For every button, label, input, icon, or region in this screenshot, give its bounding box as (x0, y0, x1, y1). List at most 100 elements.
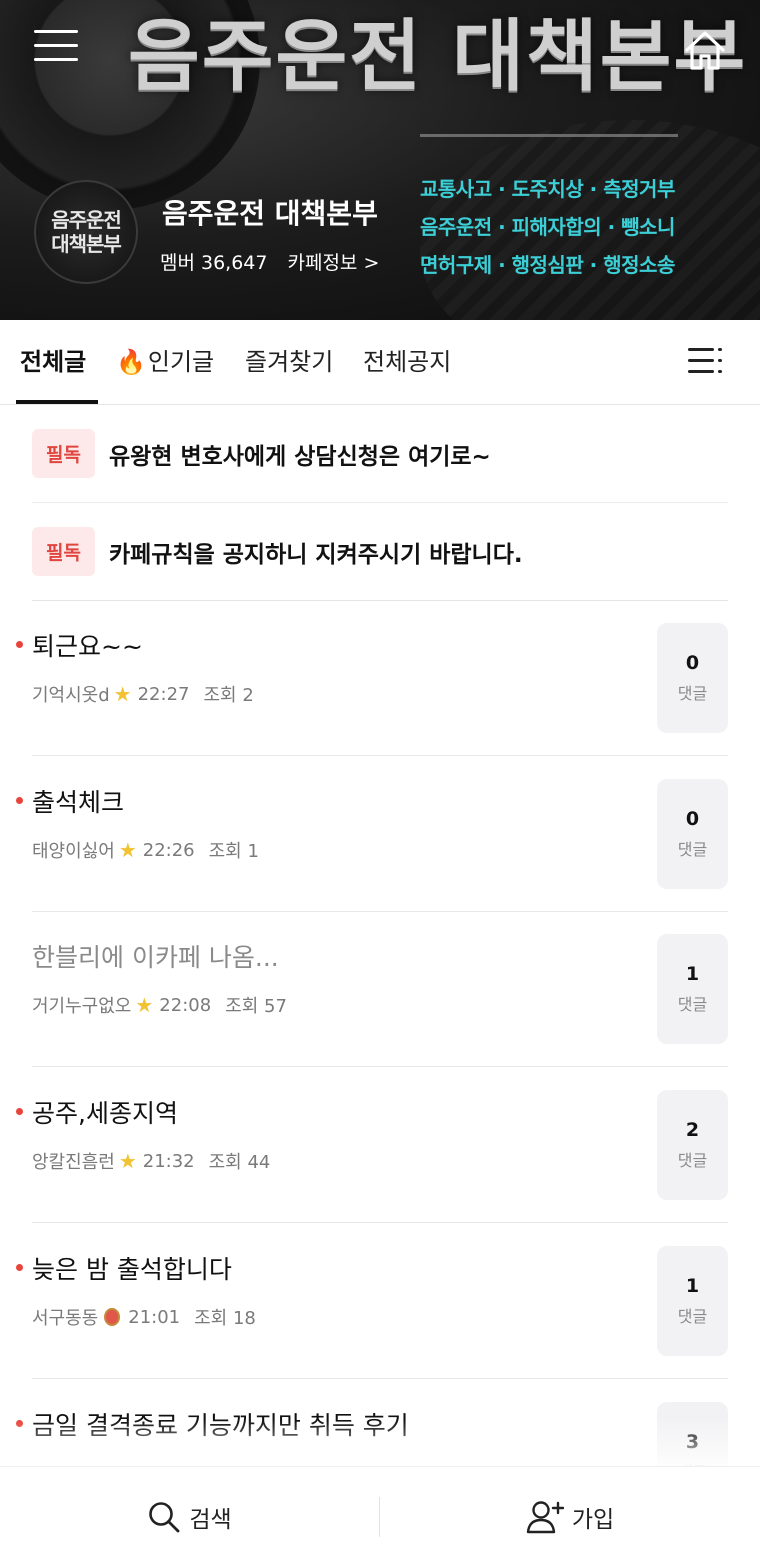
post-author: 앙칼진흠런 (32, 1152, 115, 1173)
active-tab-indicator (16, 400, 98, 404)
cafe-meta: 멤버 36,647 카페정보 > (160, 248, 379, 275)
comment-label: 댓글 (677, 995, 708, 1014)
must-read-badge: 필독 (32, 429, 95, 478)
bottom-bar: 검색 가입 (0, 1466, 760, 1565)
star-level-icon: ★ (118, 838, 137, 862)
unread-dot (16, 1108, 23, 1115)
row-divider (32, 1378, 728, 1379)
search-button[interactable]: 검색 (0, 1467, 379, 1565)
cafe-name: 음주운전 대책본부 (162, 197, 378, 230)
hamburger-icon-bar (34, 30, 78, 33)
post-item[interactable]: 늦은 밤 출석합니다 서구동동 21:01 조회 18 1 댓글 (0, 1224, 760, 1379)
member-count: 멤버 36,647 (160, 252, 268, 274)
search-icon (149, 1501, 180, 1532)
comment-count-button[interactable]: 1 댓글 (657, 934, 728, 1044)
post-meta: 서구동동 21:01 조회 18 (32, 1304, 256, 1330)
banner-tag-line: 면허구제 · 행정심판 · 행정소송 (420, 253, 675, 277)
notice-item[interactable]: 필독 유왕현 변호사에게 상담신청은 여기로~ (32, 405, 728, 503)
star-level-icon: ★ (118, 1149, 137, 1173)
comment-label: 댓글 (677, 1307, 708, 1326)
medal-level-icon (104, 1308, 121, 1326)
post-views: 조회 44 (208, 1152, 271, 1173)
post-time: 22:26 (142, 839, 195, 861)
post-meta: 기억시옷d ★ 22:27 조회 2 (32, 681, 254, 707)
comment-count-button[interactable]: 1 댓글 (657, 1246, 728, 1356)
unread-dot (16, 797, 23, 804)
tab-popular[interactable]: 🔥인기글 (116, 342, 214, 377)
post-item[interactable]: 출석체크 태양이싫어 ★ 22:26 조회 1 0 댓글 (0, 757, 760, 912)
post-views: 조회 18 (194, 1308, 256, 1329)
list-menu-icon-dot (718, 359, 722, 362)
tab-all-posts[interactable]: 전체글 (20, 342, 86, 377)
banner-tag-line: 교통사고 · 도주치상 · 측정거부 (420, 177, 675, 201)
list-menu-icon-dot (718, 370, 722, 373)
row-divider (32, 1222, 728, 1223)
logo-text-line1: 음주운전 (51, 208, 122, 232)
notice-title: 카페규칙을 공지하니 지켜주시기 바랍니다. (108, 541, 523, 568)
home-icon (685, 31, 725, 70)
notice-item[interactable]: 필독 카페규칙을 공지하니 지켜주시기 바랍니다. (32, 503, 728, 601)
tab-all-notices[interactable]: 전체공지 (363, 342, 451, 377)
must-read-badge: 필독 (32, 527, 95, 576)
post-author: 거기누구없오 (32, 996, 132, 1017)
tab-popular-label: 인기글 (147, 348, 215, 376)
banner-divider (420, 134, 678, 137)
post-title: 공주,세종지역 (32, 1099, 178, 1128)
comment-count: 2 (685, 1119, 700, 1141)
post-item[interactable]: 한블리에 이카페 나옴... 거기누구없오 ★ 22:08 조회 57 1 댓글 (0, 912, 760, 1067)
comment-count: 1 (685, 1275, 700, 1297)
menu-button[interactable] (34, 30, 78, 70)
post-author: 태양이싫어 (32, 841, 115, 862)
fire-icon: 🔥 (116, 348, 146, 376)
notice-title: 유왕현 변호사에게 상담신청은 여기로~ (108, 443, 491, 470)
cafe-info-link[interactable]: 카페정보 > (287, 248, 379, 275)
post-time: 22:08 (159, 994, 212, 1016)
comment-label: 댓글 (677, 1151, 708, 1170)
hamburger-icon-bar (34, 58, 78, 61)
cafe-logo[interactable]: 음주운전 대책본부 (34, 180, 138, 284)
list-menu-icon-dot (718, 348, 722, 351)
row-divider (32, 1066, 728, 1067)
post-title: 퇴근요~~ (32, 632, 143, 661)
add-user-icon (526, 1500, 564, 1533)
list-menu-button[interactable] (688, 346, 722, 376)
home-button[interactable] (682, 28, 728, 74)
post-time: 21:01 (128, 1306, 181, 1328)
post-meta: 태양이싫어 ★ 22:26 조회 1 (32, 837, 259, 863)
comment-count: 0 (685, 808, 700, 830)
comment-label: 댓글 (677, 840, 708, 859)
post-title: 한블리에 이카페 나옴... (32, 943, 279, 972)
list-menu-icon-bar (688, 359, 714, 362)
post-author: 기억시옷d (32, 685, 110, 706)
post-item[interactable]: 퇴근요~~ 기억시옷d ★ 22:27 조회 2 0 댓글 (0, 601, 760, 756)
comment-count-button[interactable]: 0 댓글 (657, 623, 728, 733)
join-label: 가입 (571, 1506, 615, 1533)
cafe-banner: 음주운전 대책본부 음주운전 대책본부 음주운전 대책본부 멤버 36,647 … (0, 0, 760, 320)
post-author: 서구동동 (32, 1308, 99, 1329)
star-level-icon: ★ (135, 993, 154, 1017)
comment-count-button[interactable]: 0 댓글 (657, 779, 728, 889)
post-views: 조회 1 (208, 841, 259, 862)
banner-tags: 교통사고 · 도주치상 · 측정거부 음주운전 · 피해자합의 · 뺑소니 면허… (420, 170, 720, 284)
post-item[interactable]: 공주,세종지역 앙칼진흠런 ★ 21:32 조회 44 2 댓글 (0, 1068, 760, 1223)
tab-favorites[interactable]: 즐겨찾기 (245, 342, 333, 377)
post-title: 늦은 밤 출석합니다 (32, 1255, 232, 1284)
list-menu-icon-bar (688, 370, 714, 373)
post-meta: 앙칼진흠런 ★ 21:32 조회 44 (32, 1148, 270, 1174)
search-label: 검색 (189, 1506, 232, 1533)
scroll-fade (0, 1420, 760, 1470)
join-button[interactable]: 가입 (380, 1467, 760, 1565)
banner-title: 음주운전 대책본부 (128, 12, 748, 102)
unread-dot (16, 1264, 23, 1271)
post-time: 21:32 (142, 1150, 195, 1172)
star-level-icon: ★ (113, 682, 132, 706)
board-tabs: 전체글 🔥인기글 즐겨찾기 전체공지 (0, 320, 760, 405)
post-title: 출석체크 (32, 788, 125, 817)
post-meta: 거기누구없오 ★ 22:08 조회 57 (32, 992, 287, 1018)
banner-tag-line: 음주운전 · 피해자합의 · 뺑소니 (420, 215, 675, 239)
comment-count-button[interactable]: 2 댓글 (657, 1090, 728, 1200)
post-views: 조회 2 (203, 685, 254, 706)
comment-count: 1 (685, 963, 700, 985)
logo-text-line2: 대책본부 (51, 232, 122, 256)
list-menu-icon-bar (688, 348, 714, 351)
